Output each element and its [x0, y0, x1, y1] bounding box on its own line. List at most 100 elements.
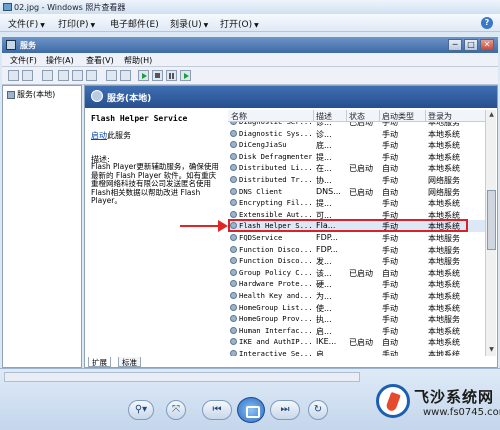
- scroll-down-icon[interactable]: ▼: [487, 346, 496, 355]
- table-cell: 手动: [382, 303, 398, 313]
- table-cell: Disk Defragmenter: [230, 152, 312, 161]
- restart-service-icon[interactable]: [180, 70, 191, 81]
- stop-service-icon[interactable]: [152, 70, 163, 81]
- start-service-link[interactable]: 启动: [91, 131, 107, 140]
- table-cell: 底...: [316, 141, 332, 151]
- menu-open[interactable]: 打开(O) ▼: [220, 17, 259, 30]
- table-row[interactable]: Disk Defragmenter 提... 手动 本地系统: [228, 151, 485, 163]
- table-cell: HomeGroup List...: [230, 303, 312, 312]
- table-row[interactable]: HomeGroup List... 使... 手动 本地系统: [228, 302, 485, 314]
- services-app-icon: [6, 40, 16, 50]
- table-cell: 本地系统: [428, 164, 460, 174]
- back-icon[interactable]: [8, 70, 19, 81]
- close-button[interactable]: ✕: [480, 39, 494, 51]
- svc-menu-action[interactable]: 操作(A): [46, 55, 74, 66]
- table-row[interactable]: Encrypting Fil... 提... 手动 本地系统: [228, 197, 485, 209]
- details-title: 服务(本地): [107, 94, 152, 104]
- table-cell: 提...: [316, 199, 332, 209]
- table-row[interactable]: Function Disco... FDP... 手动 本地服务: [228, 244, 485, 256]
- table-row[interactable]: Distributed Li... 在... 已启动 自动 本地系统: [228, 162, 485, 174]
- refresh-icon[interactable]: [72, 70, 83, 81]
- service-gear-icon: [230, 152, 237, 160]
- table-row[interactable]: IKE and AuthIP... IKE... 已启动 自动 本地系统: [228, 336, 485, 348]
- service-gear-icon: [230, 164, 237, 172]
- start-service-icon[interactable]: [138, 70, 149, 81]
- table-cell: DNS Client: [230, 187, 312, 196]
- table-cell: 本地系统: [428, 292, 460, 301]
- table-cell: 自动: [382, 164, 398, 174]
- chevron-down-icon: ▼: [40, 22, 45, 29]
- zoom-button[interactable]: ⚲▾: [128, 400, 154, 420]
- menu-file[interactable]: 文件(F) ▼: [8, 17, 45, 30]
- properties-icon[interactable]: [58, 70, 69, 81]
- table-cell: 本地系统: [428, 129, 460, 139]
- table-cell: 本地服务: [428, 257, 460, 267]
- table-row[interactable]: Human Interfac... 启... 手动 本地系统: [228, 325, 485, 337]
- table-cell: Diagnostic Ser...: [230, 122, 312, 126]
- table-cell: FDP...: [316, 233, 338, 242]
- table-cell: 手动: [382, 292, 398, 301]
- table-row[interactable]: Hardware Prote... 硬... 手动 本地系统: [228, 278, 485, 290]
- column-header-status[interactable]: 状态: [349, 111, 365, 122]
- table-row[interactable]: Function Disco... 发... 手动 本地服务: [228, 255, 485, 267]
- previous-button[interactable]: ⏮: [202, 400, 232, 420]
- table-cell: 发...: [316, 257, 332, 267]
- forward-icon[interactable]: [22, 70, 33, 81]
- table-cell: 手动: [382, 234, 398, 243]
- table-cell: 自动: [382, 187, 398, 197]
- svc-menu-help[interactable]: 帮助(H): [124, 55, 152, 66]
- show-tree-icon[interactable]: [42, 70, 53, 81]
- photo-scrubber[interactable]: [4, 372, 360, 382]
- photo-viewer-menubar: 文件(F) ▼ 打印(P) ▼ 电子邮件(E) 刻录(U) ▼ 打开(O) ▼: [0, 14, 500, 32]
- rotate-button[interactable]: ↻: [308, 400, 328, 420]
- console-icon[interactable]: [120, 70, 131, 81]
- help-icon[interactable]: ?: [481, 17, 493, 29]
- table-row[interactable]: HomeGroup Prov... 执... 手动 本地服务: [228, 313, 485, 325]
- svc-menu-file[interactable]: 文件(F): [10, 55, 37, 66]
- table-cell: 手动: [382, 350, 398, 356]
- maximize-button[interactable]: □: [464, 39, 478, 51]
- table-row[interactable]: Interactive Se... 启... 手动 本地系统: [228, 348, 485, 356]
- next-button[interactable]: ⏭: [270, 400, 300, 420]
- table-cell: DiCengJiaSu: [230, 140, 312, 149]
- table-row[interactable]: DNS Client DNS... 已启动 自动 网络服务: [228, 186, 485, 198]
- pause-service-icon[interactable]: [166, 70, 177, 81]
- column-header-description[interactable]: 描述: [316, 111, 332, 122]
- start-service-text: 启动此服务: [91, 131, 131, 140]
- vertical-scrollbar[interactable]: ▲ ▼: [485, 110, 496, 356]
- table-row[interactable]: DiCengJiaSu 底... 手动 本地系统: [228, 139, 485, 151]
- menu-print[interactable]: 打印(P) ▼: [58, 17, 95, 30]
- tab-extended[interactable]: 扩展: [88, 357, 111, 367]
- table-cell: 本地服务: [428, 234, 460, 243]
- column-header-name[interactable]: 名称: [231, 111, 247, 122]
- service-gear-icon: [230, 338, 237, 346]
- service-description-pane: Flash Helper Service 启动此服务 描述: Flash Pla…: [88, 110, 226, 355]
- table-cell: 本地系统: [428, 350, 460, 356]
- menu-email[interactable]: 电子邮件(E): [110, 17, 159, 30]
- column-header-log-on-as[interactable]: 登录为: [428, 111, 452, 122]
- table-row[interactable]: Health Key and... 为... 手动 本地系统: [228, 290, 485, 302]
- table-row[interactable]: Distributed Tr... 协... 手动 网络服务: [228, 174, 485, 186]
- slideshow-button[interactable]: [237, 397, 265, 423]
- tree-item-services-local[interactable]: 服务(本地): [7, 89, 55, 100]
- actual-size-button[interactable]: ⤧: [166, 400, 186, 420]
- tab-standard[interactable]: 标准: [118, 357, 141, 367]
- table-row[interactable]: Diagnostic Sys... 诊... 手动 本地系统: [228, 128, 485, 140]
- table-row[interactable]: Group Policy C... 该... 已启动 自动 本地系统: [228, 267, 485, 279]
- service-gear-icon: [230, 129, 237, 137]
- service-gear-icon: [230, 245, 237, 253]
- minimize-button[interactable]: ─: [448, 39, 462, 51]
- svc-menu-view[interactable]: 查看(V): [86, 55, 114, 66]
- scroll-up-icon[interactable]: ▲: [487, 111, 496, 120]
- table-cell: 本地系统: [428, 199, 460, 209]
- menu-burn[interactable]: 刻录(U) ▼: [170, 17, 208, 30]
- chevron-down-icon: ▼: [90, 22, 96, 29]
- table-row[interactable]: FQDService FDP... 手动 本地服务: [228, 232, 485, 244]
- table-cell: HomeGroup Prov...: [230, 314, 312, 323]
- table-cell: Interactive Se...: [230, 349, 312, 356]
- help-book-icon[interactable]: [106, 70, 117, 81]
- column-header-startup-type[interactable]: 启动类型: [382, 111, 414, 122]
- service-gear-icon: [230, 292, 237, 299]
- export-icon[interactable]: [86, 70, 97, 81]
- scrollbar-thumb[interactable]: [487, 190, 496, 250]
